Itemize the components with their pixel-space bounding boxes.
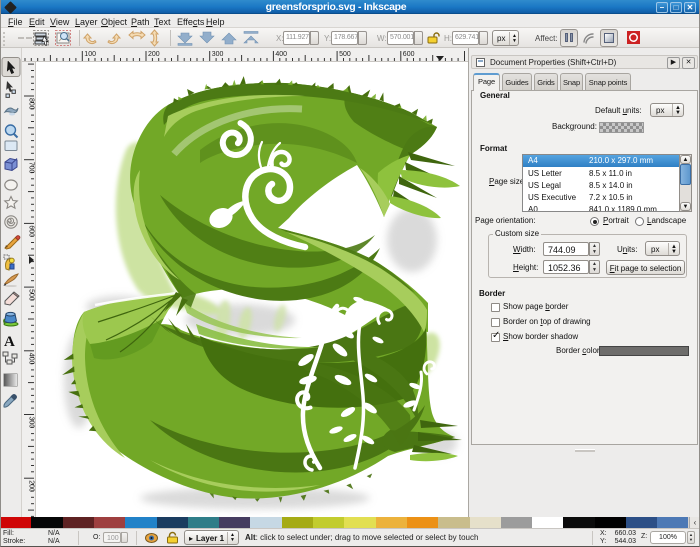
svg-text:600: 600 bbox=[403, 51, 415, 58]
svg-text:200: 200 bbox=[28, 480, 35, 492]
svg-text:300: 300 bbox=[28, 417, 35, 429]
svg-text:100: 100 bbox=[84, 51, 96, 58]
svg-text:300: 300 bbox=[212, 51, 224, 58]
svg-text:400: 400 bbox=[28, 353, 35, 365]
svg-text:200: 200 bbox=[148, 51, 160, 58]
svg-text:A: A bbox=[4, 334, 15, 350]
svg-text:500: 500 bbox=[28, 289, 35, 301]
svg-text:600: 600 bbox=[28, 225, 35, 237]
svg-text:500: 500 bbox=[339, 51, 351, 58]
svg-text:800: 800 bbox=[28, 98, 35, 110]
svg-text:700: 700 bbox=[28, 162, 35, 174]
svg-text:400: 400 bbox=[275, 51, 287, 58]
